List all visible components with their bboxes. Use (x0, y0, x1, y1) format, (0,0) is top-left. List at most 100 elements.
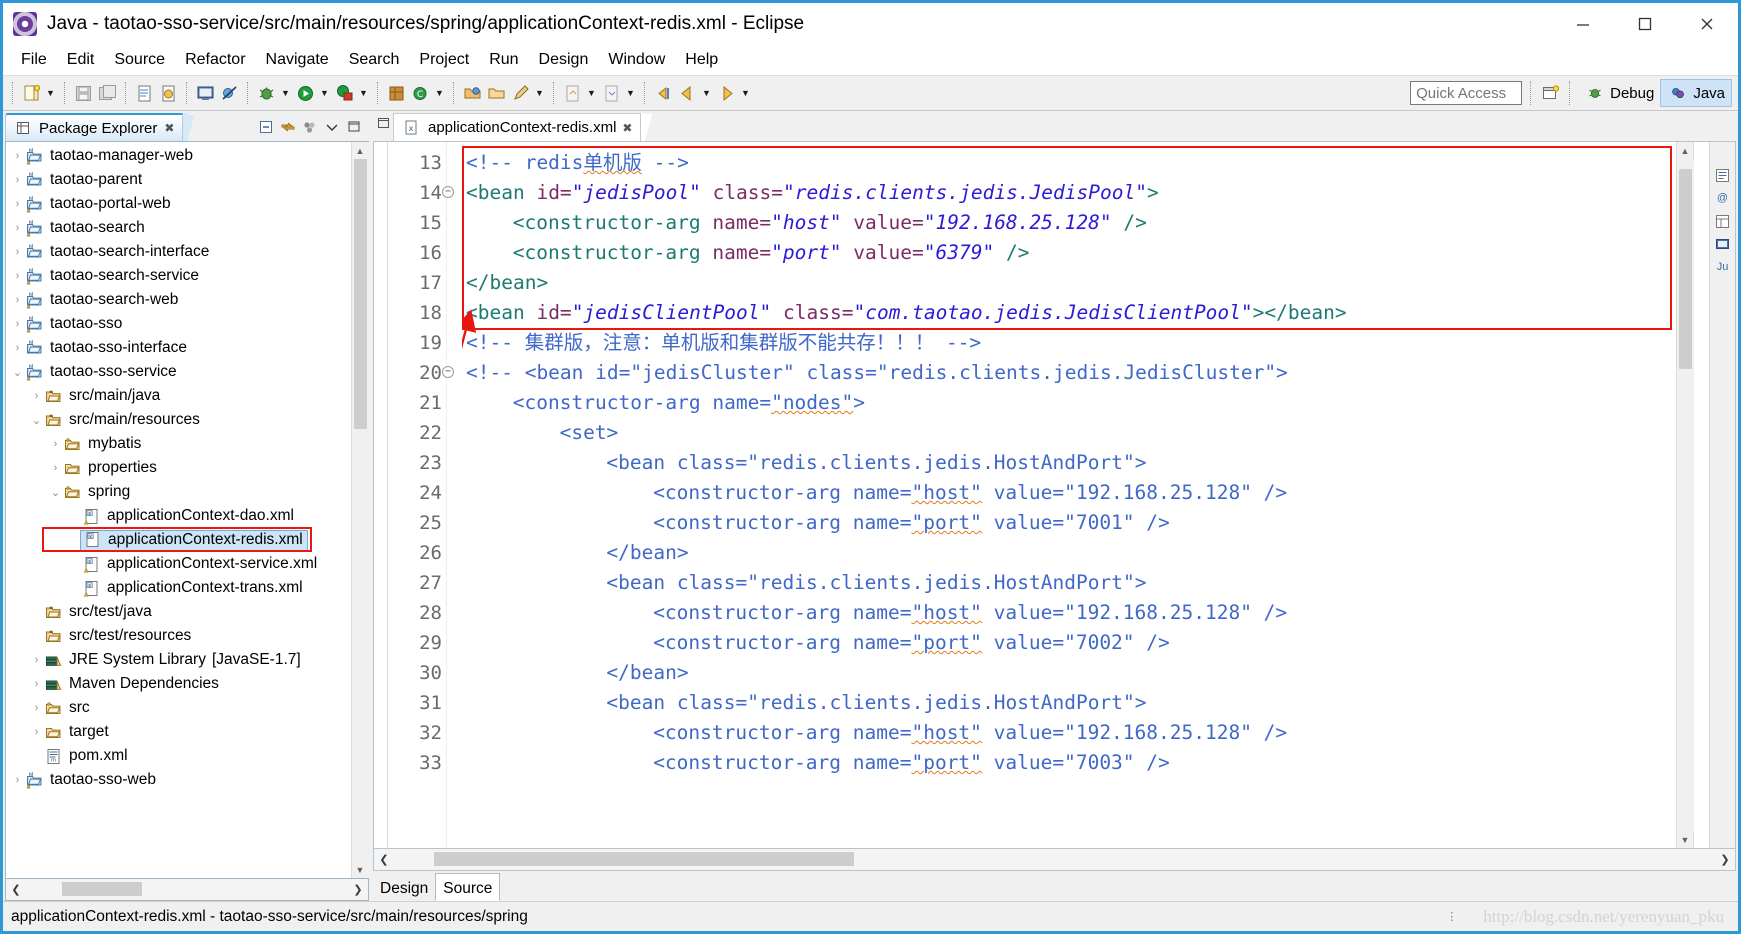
expand-arrow-right-icon[interactable]: › (29, 390, 44, 402)
editor-scroll-track[interactable] (1676, 159, 1694, 831)
forward-icon[interactable] (715, 82, 737, 104)
expand-arrow-right-icon[interactable]: › (10, 318, 25, 330)
tab-package-explorer[interactable]: Package Explorer ✖ (5, 113, 184, 141)
fold-toggle-icon[interactable]: − (442, 366, 454, 378)
tree-item[interactable]: › Mtaotao-search-web (6, 288, 351, 312)
scroll-right-icon[interactable]: ❯ (1715, 853, 1735, 866)
open-type-icon[interactable] (461, 82, 483, 104)
tree-item-selected[interactable]: x applicationContext-redis.xml (6, 528, 351, 552)
expand-arrow-down-icon[interactable]: ⌄ (29, 414, 44, 427)
expand-arrow-right-icon[interactable]: › (10, 198, 25, 210)
expand-arrow-right-icon[interactable]: › (48, 438, 63, 450)
tree-item[interactable]: › Mtaotao-parent (6, 168, 351, 192)
tree-item[interactable]: › Mtaotao-sso (6, 312, 351, 336)
editor-annotation-ruler[interactable] (374, 142, 388, 848)
tree-item[interactable]: › Mtaotao-search-interface (6, 240, 351, 264)
tree-item[interactable]: x applicationContext-service.xml (6, 552, 351, 576)
scroll-up-icon[interactable]: ▲ (351, 142, 369, 159)
edit-icon[interactable] (509, 82, 531, 104)
editor-vertical-scrollbar[interactable]: ▲ ▼ (1676, 142, 1694, 848)
quick-access-input[interactable] (1410, 81, 1523, 105)
new-wizard-dropdown-icon[interactable]: ▼ (44, 82, 57, 104)
tree-item[interactable]: ⌄ spring (6, 480, 351, 504)
outline-icon[interactable] (1714, 166, 1732, 184)
tree-item[interactable]: m pom.xml (6, 744, 351, 768)
debug-dropdown-icon[interactable]: ▼ (279, 82, 292, 104)
menu-window[interactable]: Window (598, 49, 675, 71)
skip-breakpoints-icon[interactable] (218, 82, 240, 104)
editor-hscroll-track[interactable] (394, 849, 1715, 870)
forward-dropdown-icon[interactable]: ▼ (739, 82, 752, 104)
close-icon[interactable]: ✖ (622, 121, 632, 135)
maximize-button[interactable] (1614, 3, 1676, 45)
tree-item[interactable]: src/test/resources (6, 624, 351, 648)
tree-item[interactable]: x applicationContext-dao.xml (6, 504, 351, 528)
expand-arrow-right-icon[interactable]: › (10, 270, 25, 282)
tree-item[interactable]: › Mtaotao-manager-web (6, 144, 351, 168)
expand-arrow-right-icon[interactable]: › (10, 294, 25, 306)
tree-item[interactable]: ⌄ src/main/resources (6, 408, 351, 432)
menu-run[interactable]: Run (479, 49, 528, 71)
tab-design[interactable]: Design (373, 873, 436, 901)
explorer-hscroll-thumb[interactable] (62, 882, 142, 896)
junit-icon[interactable]: Ju (1714, 258, 1732, 276)
new-wizard-icon[interactable] (20, 82, 42, 104)
expand-arrow-right-icon[interactable]: › (29, 654, 44, 666)
tree-item[interactable]: › Maven Dependencies (6, 672, 351, 696)
menu-navigate[interactable]: Navigate (256, 49, 339, 71)
link-with-editor-icon[interactable] (279, 118, 297, 136)
new-class-dropdown-icon[interactable]: ▼ (433, 82, 446, 104)
next-annotation-dropdown-icon[interactable]: ▼ (624, 82, 637, 104)
editor-overview-ruler[interactable] (1693, 142, 1709, 848)
editor-horizontal-scrollbar[interactable]: ❮ ❯ (373, 849, 1736, 871)
edit-dropdown-icon[interactable]: ▼ (533, 82, 546, 104)
expand-arrow-right-icon[interactable]: › (29, 726, 44, 738)
jar-export-icon[interactable] (157, 82, 179, 104)
new-package-icon[interactable] (385, 82, 407, 104)
scroll-right-icon[interactable]: ❯ (348, 883, 368, 896)
expand-arrow-right-icon[interactable]: › (29, 678, 44, 690)
explorer-vertical-scrollbar[interactable]: ▲ ▼ (351, 142, 369, 878)
tree-item[interactable]: › Mtaotao-portal-web (6, 192, 351, 216)
run-dropdown-icon[interactable]: ▼ (318, 82, 331, 104)
properties-icon[interactable] (1714, 212, 1732, 230)
previous-annotation-icon[interactable] (561, 82, 583, 104)
tab-source[interactable]: Source (435, 873, 501, 901)
tree-item[interactable]: ⌄ Mtaotao-sso-service (6, 360, 351, 384)
editor-scroll-thumb[interactable] (1678, 169, 1692, 369)
focus-icon[interactable] (301, 118, 319, 136)
external-tools-dropdown-icon[interactable]: ▼ (357, 82, 370, 104)
tree-item[interactable]: › Mtaotao-search-service (6, 264, 351, 288)
explorer-scroll-thumb[interactable] (353, 159, 367, 429)
at-sign-icon[interactable]: @ (1714, 189, 1732, 207)
menu-design[interactable]: Design (529, 49, 599, 71)
menu-project[interactable]: Project (409, 49, 479, 71)
tree-item[interactable]: › src/main/java (6, 384, 351, 408)
scroll-left-icon[interactable]: ❮ (6, 883, 26, 896)
code-text-area[interactable]: <!-- redis单机版 --> <bean id="jedisPool" cl… (462, 142, 1676, 848)
restore-view-icon[interactable] (373, 113, 393, 141)
folding-ruler[interactable] (446, 142, 462, 848)
tree-item[interactable]: x applicationContext-trans.xml (6, 576, 351, 600)
menu-edit[interactable]: Edit (57, 49, 105, 71)
scroll-down-icon[interactable]: ▼ (1676, 831, 1694, 848)
save-all-icon[interactable] (96, 82, 118, 104)
collapse-all-icon[interactable] (257, 118, 275, 136)
console-side-icon[interactable] (1714, 235, 1732, 253)
menu-help[interactable]: Help (675, 49, 728, 71)
expand-arrow-right-icon[interactable]: › (29, 702, 44, 714)
explorer-horizontal-scrollbar[interactable]: ❮ ❯ (5, 879, 369, 901)
minimize-view-icon[interactable] (345, 118, 363, 136)
perspective-java-button[interactable]: Java (1660, 79, 1732, 107)
expand-arrow-right-icon[interactable]: › (10, 342, 25, 354)
fold-toggle-icon[interactable]: − (442, 186, 454, 198)
close-icon[interactable]: ✖ (164, 121, 174, 135)
tree-item[interactable]: › src (6, 696, 351, 720)
menu-source[interactable]: Source (104, 49, 175, 71)
expand-arrow-right-icon[interactable]: › (10, 246, 25, 258)
back-icon[interactable] (676, 82, 698, 104)
tab-applicationcontext-redis-xml[interactable]: x applicationContext-redis.xml ✖ (393, 113, 642, 141)
tree-item[interactable]: › properties (6, 456, 351, 480)
menu-search[interactable]: Search (339, 49, 410, 71)
package-explorer-tree[interactable]: › Mtaotao-manager-web › Mtaotao-parent › Mtao… (6, 142, 351, 878)
